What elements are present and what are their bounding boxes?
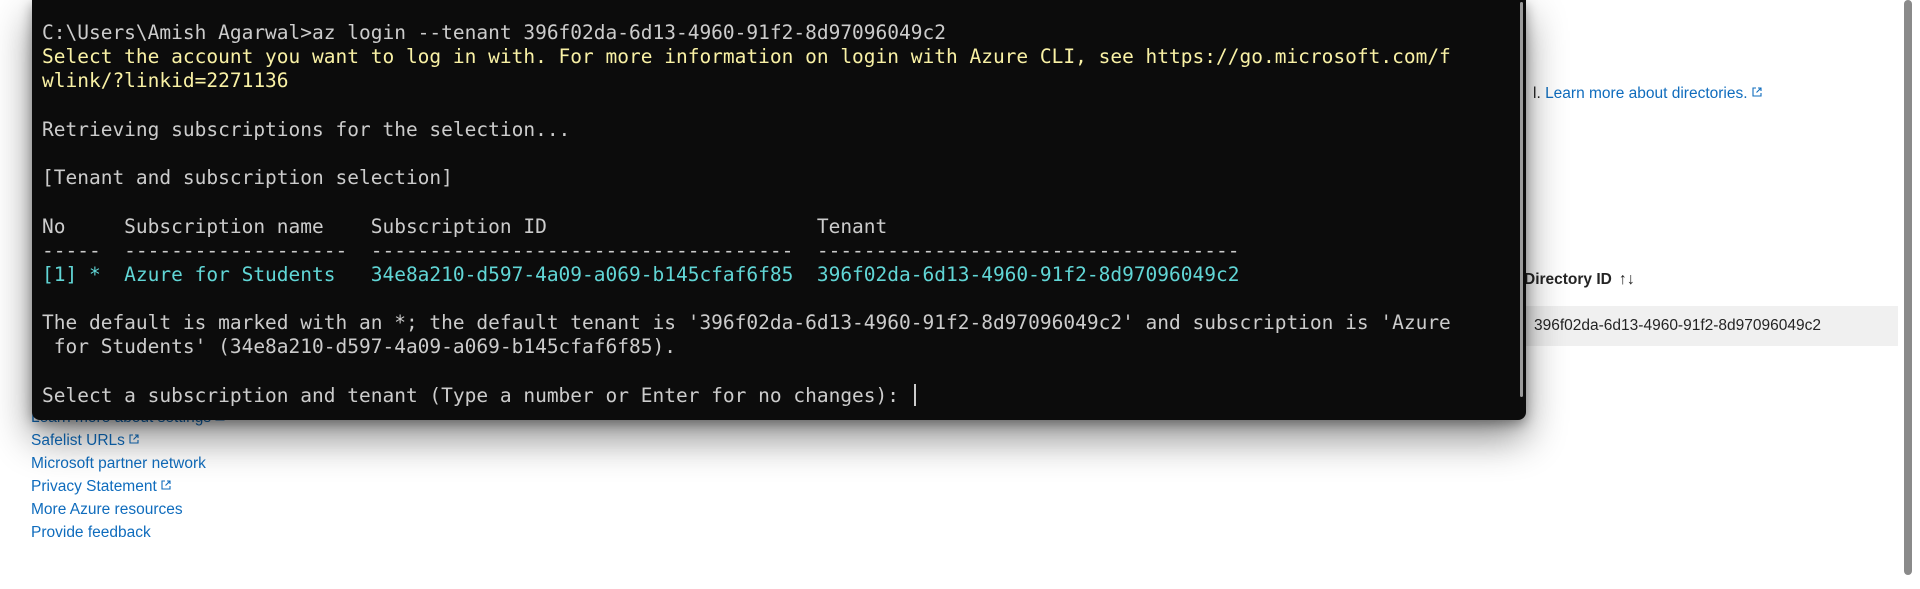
external-link-icon [1751,87,1762,97]
directory-note: l. Learn more about directories. [1533,85,1762,103]
prompt-text: Select a subscription and tenant (Type a… [42,383,911,407]
default-note-line: The default is marked with an *; the def… [42,311,1451,335]
microsoft-partner-network-link[interactable]: Microsoft partner network [31,455,206,473]
directory-id-cell: 396f02da-6d13-4960-91f2-8d97096049c2 [1534,317,1821,334]
directory-id-header-label: Directory ID [1524,271,1612,288]
sort-arrows-icon[interactable]: ↑↓ [1619,271,1635,289]
terminal-window[interactable]: C:\Users\Amish Agarwal>az login --tenant… [32,0,1526,420]
default-note-line-cont: for Students' (34e8a210-d597-4a09-a069-b… [42,335,676,359]
safelist-urls-link[interactable]: Safelist URLs [31,432,139,450]
prompt-line[interactable]: Select a subscription and tenant (Type a… [42,383,1451,408]
text-cursor [913,383,916,406]
subscription-row: [1] * Azure for Students 34e8a210-d597-4… [42,262,1240,286]
provide-feedback-link[interactable]: Provide feedback [31,524,151,542]
login-info-line: Select the account you want to log in wi… [42,45,1451,69]
external-link-icon [161,480,171,490]
privacy-statement-link[interactable]: Privacy Statement [31,478,171,496]
table-separator-line: ----- ------------------- --------------… [42,238,1240,262]
directory-note-prefix: l. [1533,85,1541,102]
table-header-line: No Subscription name Subscription ID Ten… [42,214,888,238]
page-scrollbar-thumb[interactable] [1904,0,1912,575]
learn-more-directories-link[interactable]: Learn more about directories. [1545,85,1747,102]
selection-heading: [Tenant and subscription selection] [42,166,453,190]
command-line: C:\Users\Amish Agarwal>az login --tenant… [42,21,946,44]
more-azure-resources-link[interactable]: More Azure resources [31,501,183,519]
retrieving-line: Retrieving subscriptions for the selecti… [42,117,571,141]
directory-id-column-header[interactable]: Directory ID ↑↓ [1524,271,1635,289]
table-row[interactable]: 396f02da-6d13-4960-91f2-8d97096049c2 [1524,306,1898,346]
external-link-icon [129,434,139,444]
terminal-scrollbar[interactable] [1520,2,1523,397]
login-info-line-cont: wlink/?linkid=2271136 [42,69,289,93]
terminal-output: C:\Users\Amish Agarwal>az login --tenant… [42,21,1451,408]
